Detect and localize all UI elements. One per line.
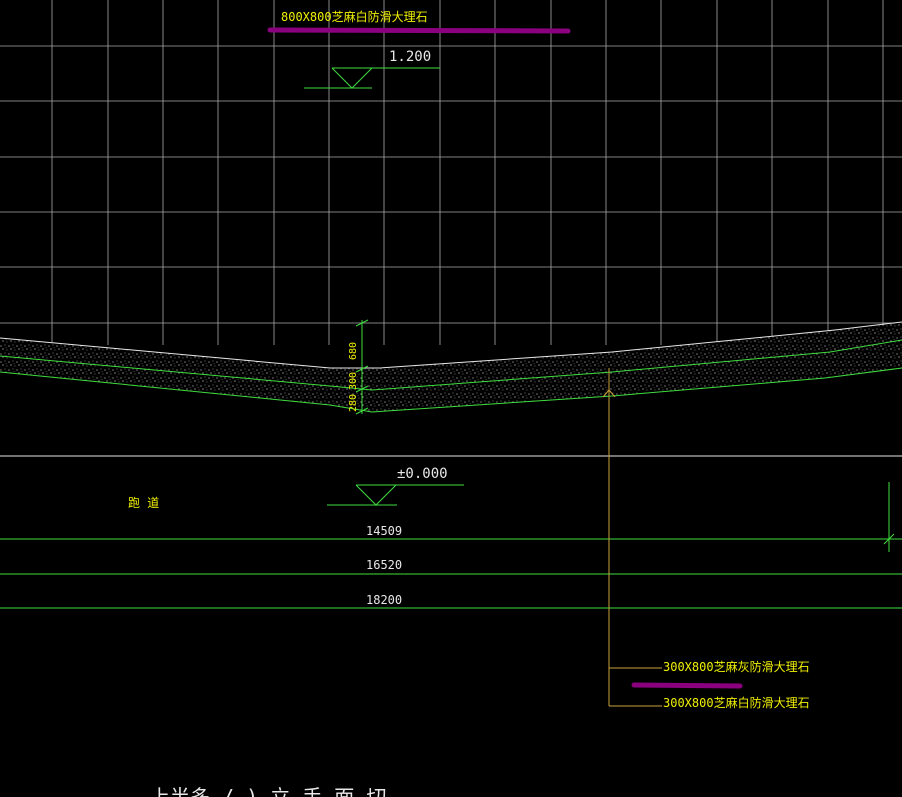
background-grid <box>0 0 902 345</box>
right-dimension-tick <box>883 482 895 552</box>
elevation-top-label: 1.200 <box>389 49 431 65</box>
elevation-marker-zero <box>327 484 464 506</box>
elevation-zero-label: ±0.000 <box>397 466 448 482</box>
level-label-18200: 18200 <box>366 593 402 607</box>
callout-leader <box>602 368 662 707</box>
dim-label-300: 300 <box>348 372 359 390</box>
floor-slab-section <box>0 321 902 413</box>
dim-label-680: 680 <box>348 342 359 360</box>
cad-drawing-canvas: 680 300 280 800X800芝麻白防滑大理石 1.200 ±0.000… <box>0 0 902 797</box>
top-highlight-stroke <box>267 27 571 34</box>
level-label-14509: 14509 <box>366 524 402 538</box>
callout-label-grey: 300X800芝麻灰防滑大理石 <box>663 659 810 674</box>
bottom-partial-caption: 上半多 / ) 立 手 面 切 <box>150 785 386 797</box>
runway-label: 跑 道 <box>128 496 159 510</box>
callout-highlight-stroke <box>631 682 743 689</box>
dim-label-280: 280 <box>348 394 359 412</box>
elevation-marker-top <box>304 67 440 89</box>
callout-label-white: 300X800芝麻白防滑大理石 <box>663 695 810 710</box>
top-material-label: 800X800芝麻白防滑大理石 <box>281 9 428 24</box>
level-label-16520: 16520 <box>366 558 402 572</box>
